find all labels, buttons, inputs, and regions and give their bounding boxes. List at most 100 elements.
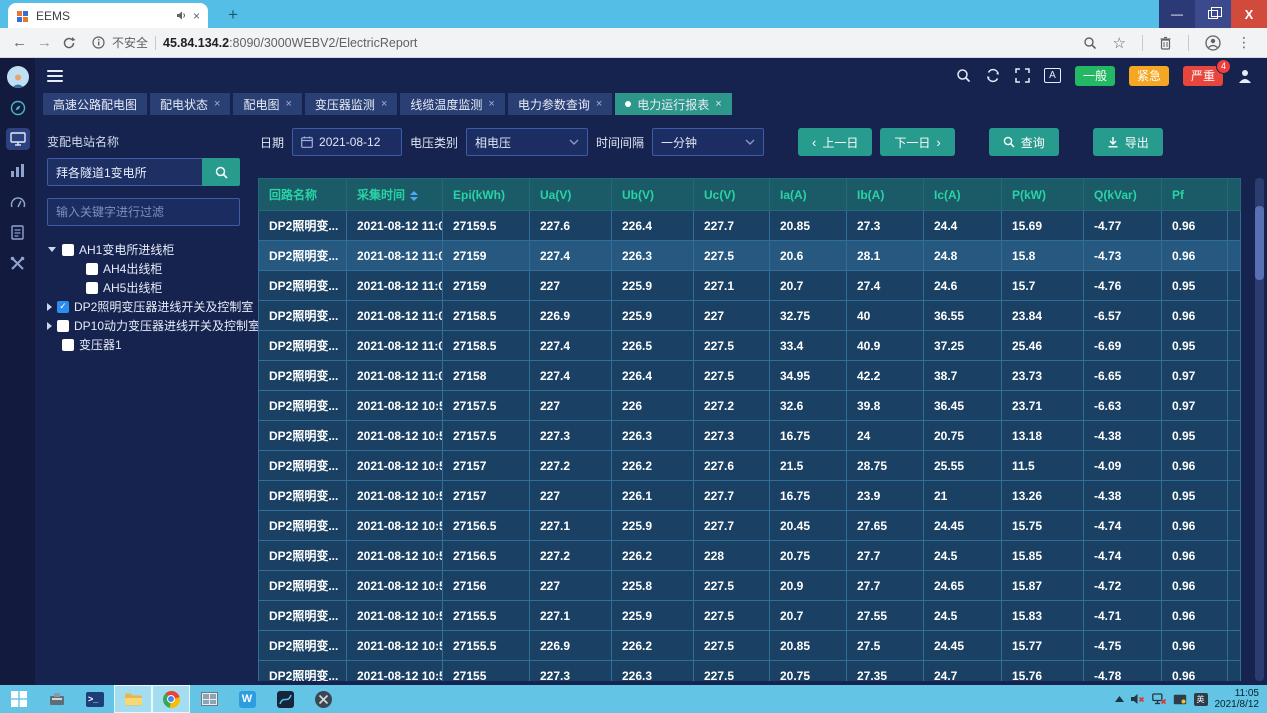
alarm-severe-button[interactable]: 严重 4 bbox=[1183, 66, 1223, 86]
profile-icon[interactable] bbox=[1205, 35, 1221, 51]
table-row-2[interactable]: DP2照明变...2021-08-12 11:0327159227225.922… bbox=[259, 271, 1241, 301]
table-row-0[interactable]: DP2照明变...2021-08-12 11:0527159.5227.6226… bbox=[259, 211, 1241, 241]
window-close-button[interactable]: X bbox=[1231, 0, 1267, 28]
tree-item-2[interactable]: AH5出线柜 bbox=[47, 278, 240, 297]
export-button[interactable]: 导出 bbox=[1093, 128, 1163, 156]
zoom-icon[interactable] bbox=[1083, 36, 1097, 50]
address-bar[interactable]: 不安全 45.84.134.2:8090/3000WEBV2/ElectricR… bbox=[92, 34, 1073, 51]
tree-checkbox[interactable] bbox=[62, 339, 74, 351]
rail-report-icon[interactable] bbox=[6, 221, 30, 243]
nav-tab-4[interactable]: 线缆温度监测× bbox=[400, 93, 504, 115]
column-header-9[interactable]: P(kW) bbox=[1002, 179, 1084, 211]
tree-checkbox[interactable] bbox=[86, 263, 98, 275]
table-row-1[interactable]: DP2照明变...2021-08-12 11:0427159227.4226.3… bbox=[259, 241, 1241, 271]
tree-checkbox[interactable] bbox=[62, 244, 74, 256]
new-tab-button[interactable]: + bbox=[222, 5, 244, 27]
alarm-general-button[interactable]: 一般 bbox=[1075, 66, 1115, 86]
table-row-9[interactable]: DP2照明变...2021-08-12 10:5627157227226.122… bbox=[259, 481, 1241, 511]
tree-checkbox[interactable]: ✓ bbox=[57, 301, 69, 313]
column-header-7[interactable]: Ib(A) bbox=[847, 179, 924, 211]
search-icon[interactable] bbox=[956, 68, 971, 83]
table-row-4[interactable]: DP2照明变...2021-08-12 11:0127158.5227.4226… bbox=[259, 331, 1241, 361]
nav-tab-5[interactable]: 电力参数查询× bbox=[508, 93, 612, 115]
nav-tab-0[interactable]: 高速公路配电图 bbox=[43, 93, 147, 115]
tree-item-3[interactable]: ✓DP2照明变压器进线开关及控制室 bbox=[47, 297, 240, 316]
refresh-icon[interactable] bbox=[985, 68, 1001, 83]
sort-caret-icon[interactable] bbox=[410, 191, 418, 201]
chrome-icon[interactable] bbox=[152, 685, 190, 713]
window-minimize-button[interactable]: — bbox=[1159, 0, 1195, 28]
tab-audio-icon[interactable] bbox=[176, 10, 187, 21]
window-restore-button[interactable] bbox=[1195, 0, 1231, 28]
tree-item-4[interactable]: DP10动力变压器进线开关及控制室 bbox=[47, 316, 240, 335]
windows-start-button[interactable] bbox=[0, 685, 38, 713]
rail-chart-icon[interactable] bbox=[6, 159, 30, 181]
tab-close-icon[interactable]: × bbox=[214, 98, 220, 110]
tab-close-icon[interactable]: × bbox=[193, 9, 200, 23]
table-row-8[interactable]: DP2照明变...2021-08-12 10:5727157227.2226.2… bbox=[259, 451, 1241, 481]
table-row-7[interactable]: DP2照明变...2021-08-12 10:5827157.5227.3226… bbox=[259, 421, 1241, 451]
bookmark-star-icon[interactable]: ☆ bbox=[1113, 34, 1126, 52]
nav-tab-1[interactable]: 配电状态× bbox=[150, 93, 230, 115]
tray-clock[interactable]: 11:05 2021/8/12 bbox=[1215, 688, 1260, 710]
prev-day-button[interactable]: ‹上一日 bbox=[798, 128, 872, 156]
voltage-type-select[interactable]: 相电压 bbox=[466, 128, 588, 156]
table-row-5[interactable]: DP2照明变...2021-08-12 11:0027158227.4226.4… bbox=[259, 361, 1241, 391]
tree-item-0[interactable]: AH1变电所进线柜 bbox=[47, 240, 240, 259]
table-row-15[interactable]: DP2照明变...2021-08-12 10:5027155227.3226.3… bbox=[259, 661, 1241, 682]
tab-close-icon[interactable]: × bbox=[285, 98, 291, 110]
tree-item-1[interactable]: AH4出线柜 bbox=[47, 259, 240, 278]
rail-gauge-icon[interactable] bbox=[6, 190, 30, 212]
tree-checkbox[interactable] bbox=[57, 320, 69, 332]
translate-icon[interactable]: A bbox=[1044, 68, 1061, 83]
nav-tab-2[interactable]: 配电图× bbox=[233, 93, 301, 115]
network-error-icon[interactable] bbox=[1152, 693, 1166, 705]
table-row-11[interactable]: DP2照明变...2021-08-12 10:5427156.5227.2226… bbox=[259, 541, 1241, 571]
rail-tools-icon[interactable] bbox=[6, 252, 30, 274]
back-icon[interactable]: ← bbox=[12, 34, 27, 51]
station-search-button[interactable] bbox=[202, 158, 240, 186]
tab-close-icon[interactable]: × bbox=[596, 98, 602, 110]
browser-tab[interactable]: EEMS × bbox=[8, 3, 208, 28]
column-header-11[interactable]: Pf bbox=[1162, 179, 1228, 211]
column-header-2[interactable]: Epi(kWh) bbox=[443, 179, 530, 211]
net-assistant-icon[interactable] bbox=[266, 685, 304, 713]
column-header-0[interactable]: 回路名称 bbox=[259, 179, 347, 211]
wps-office-icon[interactable]: W bbox=[228, 685, 266, 713]
tab-close-icon[interactable]: × bbox=[715, 98, 721, 110]
browser-menu-icon[interactable]: ⋮ bbox=[1237, 34, 1251, 51]
nav-tab-6[interactable]: 电力运行报表× bbox=[615, 93, 731, 115]
tab-close-icon[interactable]: × bbox=[381, 98, 387, 110]
tree-checkbox[interactable] bbox=[86, 282, 98, 294]
table-row-12[interactable]: DP2照明变...2021-08-12 10:5327156227225.822… bbox=[259, 571, 1241, 601]
caret-right-icon[interactable] bbox=[47, 322, 52, 330]
table-row-13[interactable]: DP2照明变...2021-08-12 10:5227155.5227.1225… bbox=[259, 601, 1241, 631]
tree-filter-input[interactable] bbox=[47, 198, 240, 226]
hidden-icons-chevron[interactable] bbox=[1115, 696, 1124, 702]
table-row-6[interactable]: DP2照明变...2021-08-12 10:5927157.522722622… bbox=[259, 391, 1241, 421]
table-scrollbar[interactable] bbox=[1255, 178, 1264, 681]
ime-keyboard-icon[interactable] bbox=[1173, 694, 1187, 705]
table-row-14[interactable]: DP2照明变...2021-08-12 10:5127155.5226.9226… bbox=[259, 631, 1241, 661]
language-indicator-icon[interactable]: 英 bbox=[1194, 693, 1208, 706]
nav-tab-3[interactable]: 变压器监测× bbox=[305, 93, 397, 115]
rail-map-icon[interactable] bbox=[6, 97, 30, 119]
menu-toggle-icon[interactable] bbox=[47, 70, 63, 82]
fullscreen-icon[interactable] bbox=[1015, 68, 1030, 83]
tree-item-5[interactable]: 变压器1 bbox=[47, 335, 240, 354]
user-avatar[interactable] bbox=[7, 66, 29, 88]
column-header-4[interactable]: Ub(V) bbox=[612, 179, 694, 211]
forward-icon[interactable]: → bbox=[37, 34, 52, 51]
info-icon[interactable] bbox=[92, 36, 105, 49]
system-monitor-icon[interactable] bbox=[190, 685, 228, 713]
query-button[interactable]: 查询 bbox=[989, 128, 1059, 156]
column-header-5[interactable]: Uc(V) bbox=[694, 179, 770, 211]
column-header-8[interactable]: Ic(A) bbox=[924, 179, 1002, 211]
column-header-3[interactable]: Ua(V) bbox=[530, 179, 612, 211]
server-manager-icon[interactable] bbox=[38, 685, 76, 713]
column-header-6[interactable]: Ia(A) bbox=[770, 179, 847, 211]
table-row-3[interactable]: DP2照明变...2021-08-12 11:0227158.5226.9225… bbox=[259, 301, 1241, 331]
rail-monitor-icon[interactable] bbox=[6, 128, 30, 150]
table-row-10[interactable]: DP2照明变...2021-08-12 10:5527156.5227.1225… bbox=[259, 511, 1241, 541]
date-picker[interactable]: 2021-08-12 bbox=[292, 128, 402, 156]
